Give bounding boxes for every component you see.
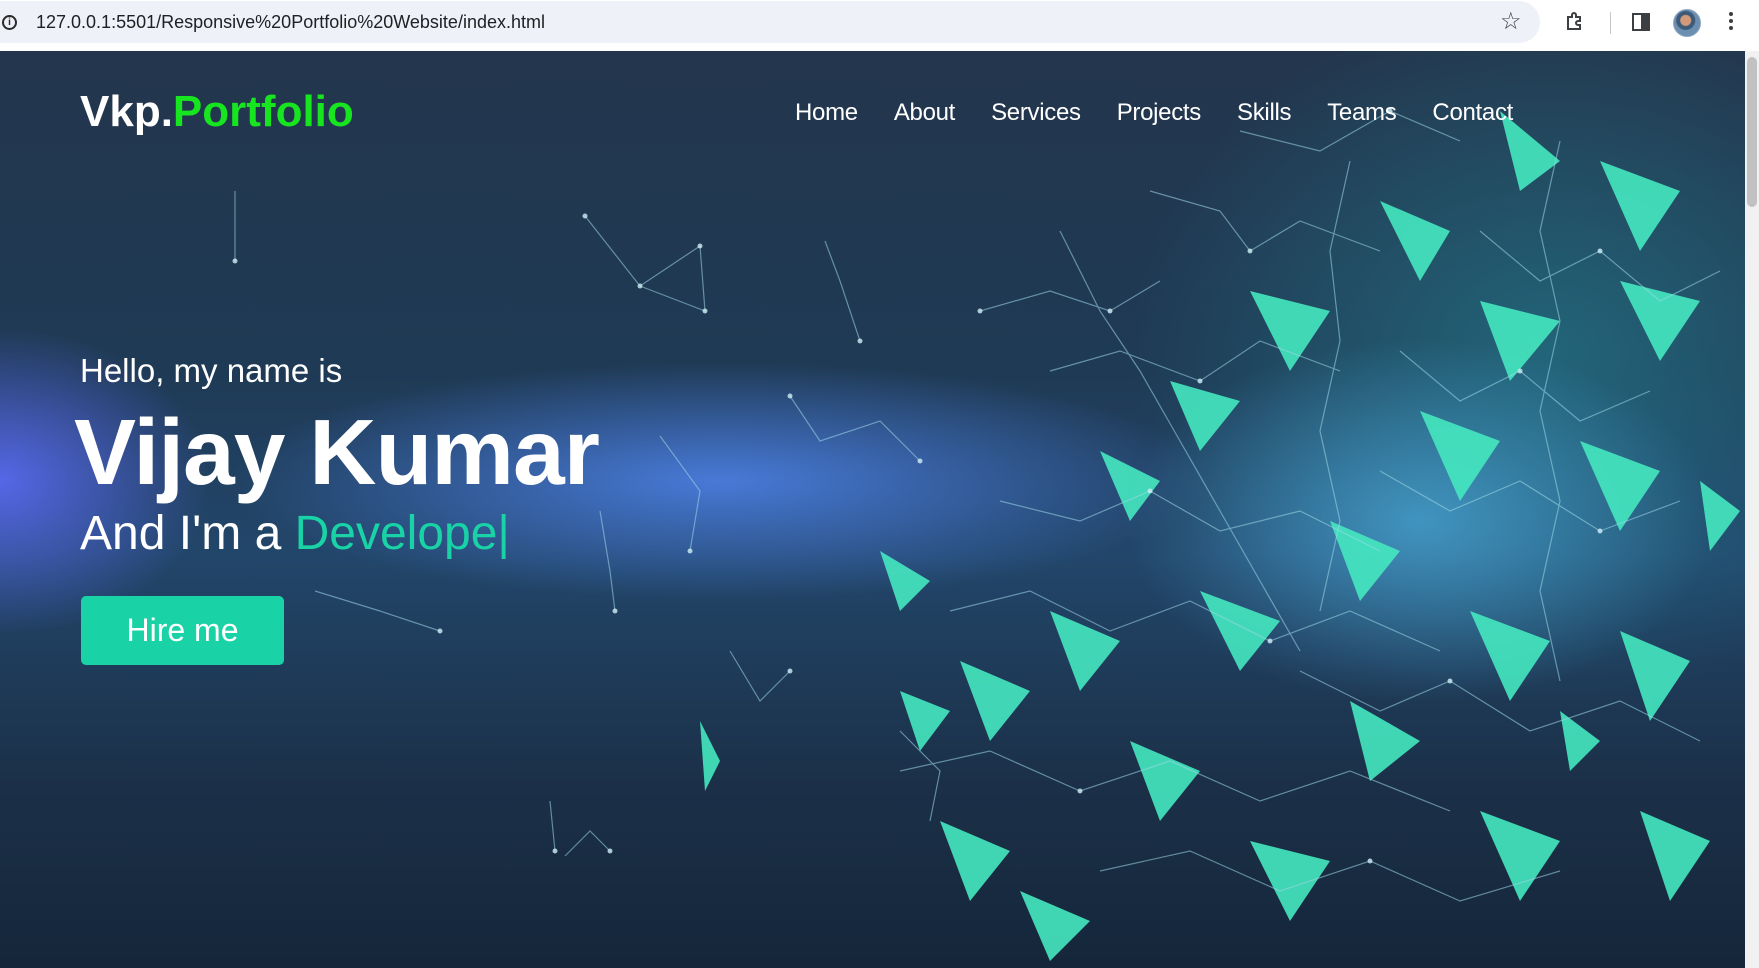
kebab-menu-icon[interactable] [1728, 10, 1734, 34]
page-scrollbar[interactable] [1745, 51, 1759, 968]
side-panel-icon[interactable] [1631, 12, 1651, 32]
hero-greeting: Hello, my name is [80, 352, 343, 389]
hire-me-button[interactable]: Hire me [81, 596, 284, 665]
nav-projects[interactable]: Projects [1117, 99, 1202, 129]
hero-section: Vkp.Portfolio Home About Services Projec… [0, 51, 1745, 968]
star-icon[interactable]: ☆ [1500, 10, 1522, 34]
nav-services[interactable]: Services [991, 99, 1081, 129]
scrollbar-thumb[interactable] [1747, 57, 1757, 207]
typing-cursor: | [497, 507, 510, 560]
role-typed-text: Develope [294, 507, 498, 560]
role-prefix: And I'm a [80, 507, 295, 560]
logo-accent-text: Portfolio [172, 87, 354, 136]
nav-home[interactable]: Home [795, 99, 858, 129]
main-nav: Home About Services Projects Skills Team… [795, 99, 1513, 129]
url-text[interactable]: 127.0.0.1:5501/Responsive%20Portfolio%20… [36, 12, 545, 33]
nav-skills[interactable]: Skills [1237, 99, 1292, 129]
address-bar[interactable]: i 127.0.0.1:5501/Responsive%20Portfolio%… [0, 1, 1540, 43]
nav-teams[interactable]: Teams [1327, 99, 1397, 129]
toolbar-separator [1610, 12, 1611, 34]
logo-main-text: Vkp. [80, 87, 173, 136]
site-logo[interactable]: Vkp.Portfolio [80, 87, 354, 137]
info-icon[interactable]: i [2, 15, 17, 30]
profile-avatar[interactable] [1673, 9, 1701, 37]
nav-contact[interactable]: Contact [1432, 99, 1513, 129]
browser-toolbar: i 127.0.0.1:5501/Responsive%20Portfolio%… [0, 0, 1759, 51]
hero-role: And I'm a Develope| [80, 506, 510, 561]
extensions-icon[interactable] [1563, 10, 1587, 34]
hero-name: Vijay Kumar [74, 400, 600, 504]
nav-about[interactable]: About [894, 99, 956, 129]
